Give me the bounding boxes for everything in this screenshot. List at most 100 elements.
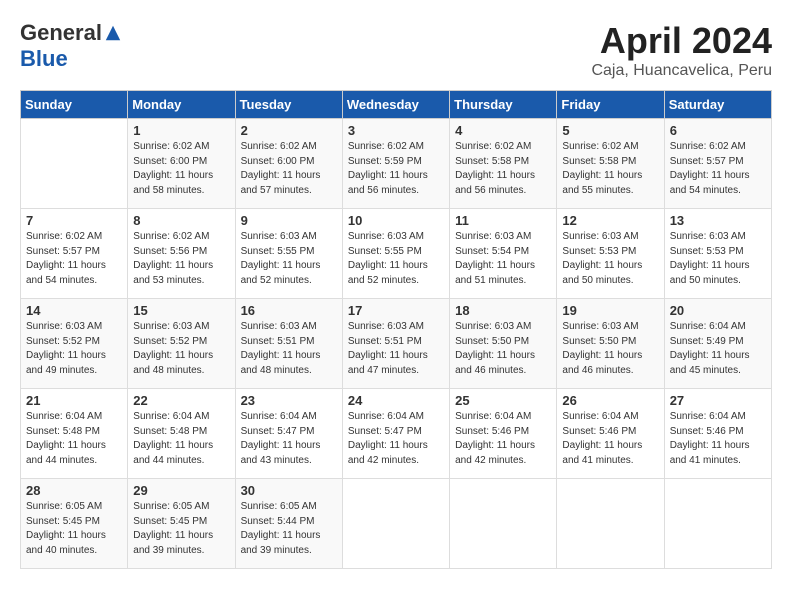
sunset-text: Sunset: 5:49 PM	[670, 336, 744, 347]
day-info: Sunrise: 6:02 AMSunset: 5:57 PMDaylight:…	[26, 230, 122, 288]
page-header: General Blue April 2024 Caja, Huancaveli…	[20, 20, 772, 80]
sunrise-text: Sunrise: 6:03 AM	[348, 231, 424, 242]
sunrise-text: Sunrise: 6:03 AM	[26, 321, 102, 332]
day-number: 29	[133, 483, 229, 498]
calendar-cell: 5Sunrise: 6:02 AMSunset: 5:58 PMDaylight…	[557, 119, 664, 209]
calendar-cell: 9Sunrise: 6:03 AMSunset: 5:55 PMDaylight…	[235, 209, 342, 299]
day-info: Sunrise: 6:03 AMSunset: 5:54 PMDaylight:…	[455, 230, 551, 288]
sunset-text: Sunset: 5:46 PM	[562, 426, 636, 437]
day-info: Sunrise: 6:02 AMSunset: 5:57 PMDaylight:…	[670, 140, 766, 198]
daylight-text: Daylight: 11 hours and 48 minutes.	[241, 350, 321, 376]
header-day-monday: Monday	[128, 91, 235, 119]
daylight-text: Daylight: 11 hours and 55 minutes.	[562, 170, 642, 196]
calendar-cell: 10Sunrise: 6:03 AMSunset: 5:55 PMDayligh…	[342, 209, 449, 299]
calendar-cell: 23Sunrise: 6:04 AMSunset: 5:47 PMDayligh…	[235, 389, 342, 479]
day-number: 20	[670, 303, 766, 318]
day-number: 21	[26, 393, 122, 408]
day-number: 24	[348, 393, 444, 408]
calendar-table: SundayMondayTuesdayWednesdayThursdayFrid…	[20, 90, 772, 569]
header-day-friday: Friday	[557, 91, 664, 119]
day-info: Sunrise: 6:05 AMSunset: 5:45 PMDaylight:…	[133, 500, 229, 558]
calendar-cell: 18Sunrise: 6:03 AMSunset: 5:50 PMDayligh…	[450, 299, 557, 389]
day-number: 19	[562, 303, 658, 318]
calendar-cell: 29 Sunrise: 6:05 AMSunset: 5:45 PMDayligh…	[128, 479, 235, 569]
sunset-text: Sunset: 5:57 PM	[670, 156, 744, 167]
calendar-cell: 3Sunrise: 6:02 AMSunset: 5:59 PMDaylight…	[342, 119, 449, 209]
sunset-text: Sunset: 5:54 PM	[455, 246, 529, 257]
day-number: 23	[241, 393, 337, 408]
sunrise-text: Sunrise: 6:02 AM	[133, 231, 209, 242]
sunrise-text: Sunrise: 6:03 AM	[670, 231, 746, 242]
week-row-1: 1Sunrise: 6:02 AMSunset: 6:00 PMDaylight…	[21, 119, 772, 209]
day-info: Sunrise: 6:02 AMSunset: 5:58 PMDaylight:…	[562, 140, 658, 198]
day-info: Sunrise: 6:04 AMSunset: 5:48 PMDaylight:…	[133, 410, 229, 468]
header-day-tuesday: Tuesday	[235, 91, 342, 119]
sunrise-text: Sunrise: 6:03 AM	[348, 321, 424, 332]
day-number: 22	[133, 393, 229, 408]
daylight-text: Daylight: 11 hours and 46 minutes.	[562, 350, 642, 376]
day-number: 17	[348, 303, 444, 318]
sunset-text: Sunset: 5:53 PM	[562, 246, 636, 257]
calendar-cell: 6Sunrise: 6:02 AMSunset: 5:57 PMDaylight…	[664, 119, 771, 209]
sunrise-text: Sunrise: 6:02 AM	[26, 231, 102, 242]
day-info: Sunrise: 6:04 AMSunset: 5:48 PMDaylight:…	[26, 410, 122, 468]
week-row-3: 14Sunrise: 6:03 AMSunset: 5:52 PMDayligh…	[21, 299, 772, 389]
day-number: 4	[455, 123, 551, 138]
calendar-cell: 13Sunrise: 6:03 AMSunset: 5:53 PMDayligh…	[664, 209, 771, 299]
daylight-text: Daylight: 11 hours and 40 minutes.	[26, 530, 106, 556]
daylight-text: Daylight: 11 hours and 42 minutes.	[348, 440, 428, 466]
day-number: 10	[348, 213, 444, 228]
day-info: Sunrise: 6:02 AMSunset: 5:58 PMDaylight:…	[455, 140, 551, 198]
sunset-text: Sunset: 5:48 PM	[26, 426, 100, 437]
day-info: Sunrise: 6:03 AMSunset: 5:51 PMDaylight:…	[348, 320, 444, 378]
daylight-text: Daylight: 11 hours and 41 minutes.	[670, 440, 750, 466]
day-number: 7	[26, 213, 122, 228]
sunset-text: Sunset: 5:58 PM	[455, 156, 529, 167]
daylight-text: Daylight: 11 hours and 48 minutes.	[133, 350, 213, 376]
day-number: 28	[26, 483, 122, 498]
sunrise-text: Sunrise: 6:02 AM	[241, 141, 317, 152]
day-info: Sunrise: 6:02 AMSunset: 5:59 PMDaylight:…	[348, 140, 444, 198]
week-row-5: 28 Sunrise: 6:05 AMSunset: 5:45 PMDayligh…	[21, 479, 772, 569]
day-number: 30	[241, 483, 337, 498]
sunrise-text: Sunrise: 6:03 AM	[562, 321, 638, 332]
calendar-cell: 26Sunrise: 6:04 AMSunset: 5:46 PMDayligh…	[557, 389, 664, 479]
day-info: Sunrise: 6:04 AM Sunset: 5:46 PM Daylight:…	[455, 410, 551, 468]
daylight-text: Daylight: 11 hours and 42 minutes.	[455, 440, 535, 466]
sunset-text: Sunset: 5:45 PM	[133, 516, 207, 527]
week-row-4: 21Sunrise: 6:04 AMSunset: 5:48 PMDayligh…	[21, 389, 772, 479]
day-info: Sunrise: 6:04 AMSunset: 5:47 PMDaylight:…	[241, 410, 337, 468]
calendar-cell: 7 Sunrise: 6:02 AMSunset: 5:57 PMDaylight…	[21, 209, 128, 299]
daylight-text: Daylight: 11 hours and 45 minutes.	[670, 350, 750, 376]
calendar-cell	[557, 479, 664, 569]
daylight-text: Daylight: 11 hours and 52 minutes.	[348, 260, 428, 286]
sunset-text: Sunset: 5:46 PM	[455, 426, 529, 437]
sunrise-text: Sunrise: 6:04 AM	[26, 411, 102, 422]
sunset-text: Sunset: 5:50 PM	[562, 336, 636, 347]
sunrise-text: Sunrise: 6:03 AM	[455, 231, 531, 242]
daylight-text: Daylight: 11 hours and 56 minutes.	[348, 170, 428, 196]
sunrise-text: Sunrise: 6:04 AM	[241, 411, 317, 422]
sunset-text: Sunset: 5:51 PM	[241, 336, 315, 347]
sunrise-text: Sunrise: 6:04 AM	[670, 321, 746, 332]
header-day-saturday: Saturday	[664, 91, 771, 119]
sunset-text: Sunset: 5:45 PM	[26, 516, 100, 527]
sunset-text: Sunset: 5:58 PM	[562, 156, 636, 167]
sunset-text: Sunset: 5:47 PM	[241, 426, 315, 437]
month-title: April 2024	[591, 20, 772, 62]
sunrise-text: Sunrise: 6:04 AM	[348, 411, 424, 422]
location-text: Caja, Huancavelica, Peru	[591, 62, 772, 80]
daylight-text: Daylight: 11 hours and 54 minutes.	[670, 170, 750, 196]
calendar-cell: 19 Sunrise: 6:03 AM Sunset: 5:50 PM Dayligh…	[557, 299, 664, 389]
sunset-text: Sunset: 5:47 PM	[348, 426, 422, 437]
sunset-text: Sunset: 5:46 PM	[670, 426, 744, 437]
calendar-cell: 24 Sunrise: 6:04 AM Sunset: 5:47 PM Dayligh…	[342, 389, 449, 479]
day-info: Sunrise: 6:05 AMSunset: 5:45 PMDaylight:…	[26, 500, 122, 558]
logo-blue-text: Blue	[20, 46, 68, 72]
day-info: Sunrise: 6:04 AMSunset: 5:46 PMDaylight:…	[562, 410, 658, 468]
daylight-text: Daylight: 11 hours and 47 minutes.	[348, 350, 428, 376]
calendar-cell: 4 Sunrise: 6:02 AMSunset: 5:58 PMDaylight…	[450, 119, 557, 209]
calendar-cell: 27Sunrise: 6:04 AMSunset: 5:46 PMDayligh…	[664, 389, 771, 479]
sunrise-text: Sunrise: 6:04 AM	[455, 411, 531, 422]
day-number: 25	[455, 393, 551, 408]
